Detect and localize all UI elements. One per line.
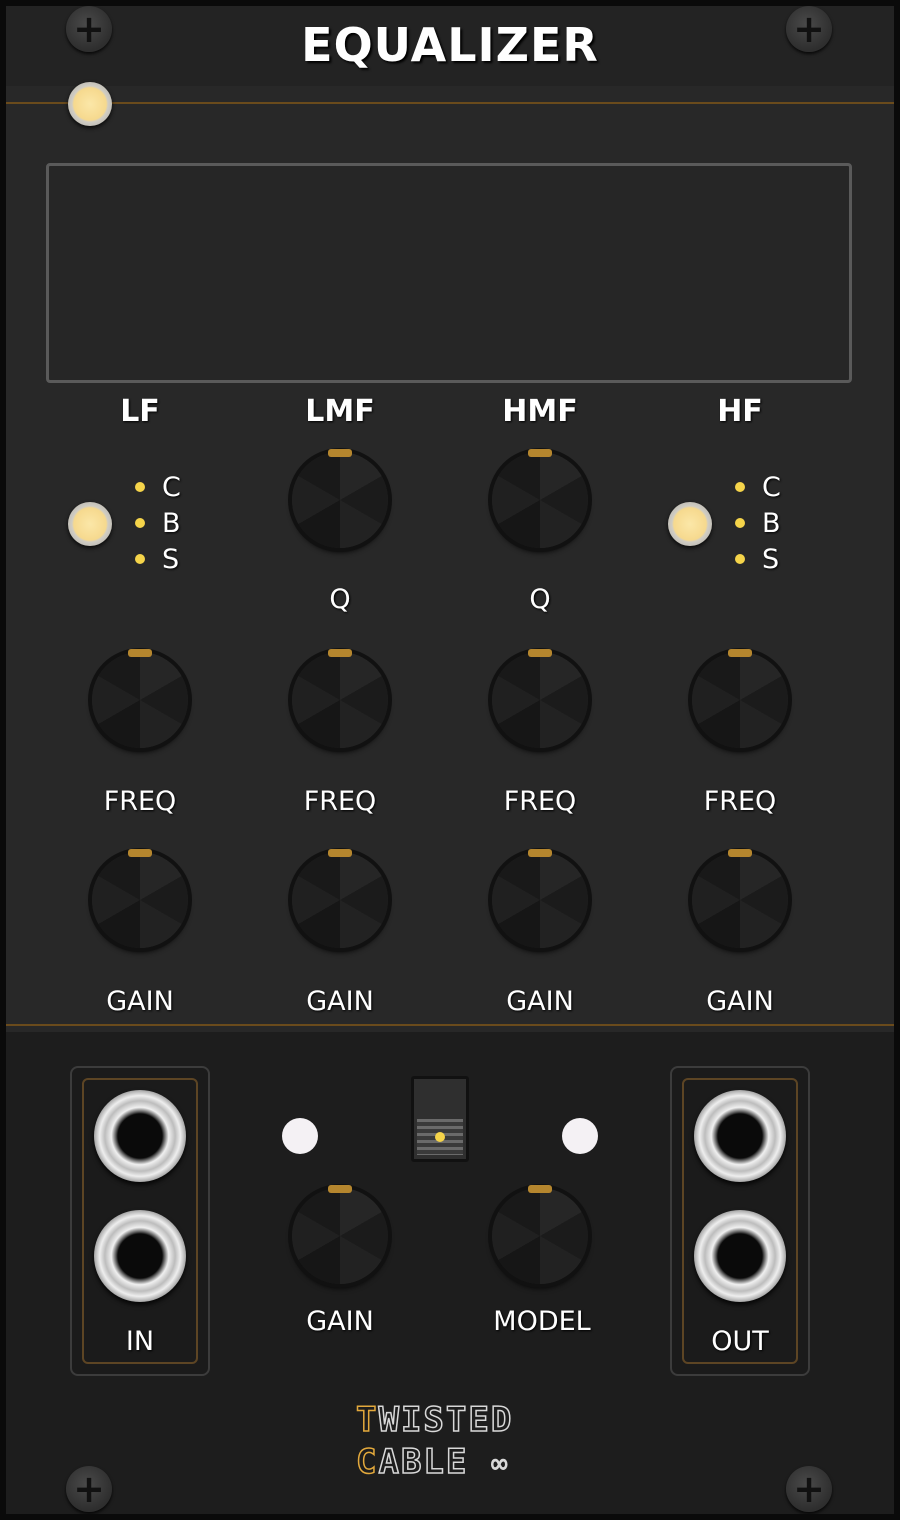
lf-mode-c-indicator <box>135 482 145 492</box>
hf-mode-c-indicator <box>735 482 745 492</box>
lmf-gain-label: GAIN <box>306 986 374 1017</box>
module-title: EQUALIZER <box>301 18 599 72</box>
output-jack-left[interactable] <box>694 1090 786 1182</box>
knob-marker <box>328 649 352 657</box>
knob-marker <box>328 449 352 457</box>
knob-marker <box>128 649 152 657</box>
lf-gain-knob[interactable] <box>92 849 188 948</box>
lf-freq-knob[interactable] <box>92 649 188 748</box>
knob-marker <box>728 849 752 857</box>
lf-gain-label: GAIN <box>106 986 174 1017</box>
hf-gain-knob[interactable] <box>692 849 788 948</box>
band-label-lmf: LMF <box>305 394 375 429</box>
brand-word-wisted: WISTED <box>378 1399 514 1441</box>
lf-mode-s-indicator <box>135 554 145 564</box>
hmf-q-knob[interactable] <box>492 449 588 548</box>
hf-mode-button[interactable] <box>668 502 712 546</box>
brand-initial-c: C <box>355 1441 379 1483</box>
lf-mode-b-label: B <box>162 508 181 539</box>
left-indicator-light <box>282 1118 318 1154</box>
hf-mode-s-indicator <box>735 554 745 564</box>
brand-word-able: ABLE <box>378 1441 469 1483</box>
lf-mode-b-indicator <box>135 518 145 528</box>
lf-mode-button[interactable] <box>68 502 112 546</box>
switch-lever <box>417 1119 463 1155</box>
hf-freq-label: FREQ <box>703 786 777 817</box>
model-label: MODEL <box>493 1306 591 1337</box>
screw-icon-bottom-left: + <box>66 1466 112 1512</box>
knob-marker <box>528 449 552 457</box>
hmf-q-label: Q <box>529 584 551 615</box>
hmf-gain-label: GAIN <box>506 986 574 1017</box>
band-label-hf: HF <box>717 394 763 429</box>
lf-freq-label: FREQ <box>103 786 177 817</box>
header-divider <box>6 102 894 104</box>
output-jack-right[interactable] <box>694 1210 786 1302</box>
eq-curve-display <box>46 163 852 383</box>
band-label-hmf: HMF <box>502 394 578 429</box>
brand-line-1: TWISTED <box>355 1399 514 1441</box>
hmf-freq-label: FREQ <box>503 786 577 817</box>
knob-marker <box>328 1185 352 1193</box>
knob-marker <box>528 849 552 857</box>
output-gain-label: GAIN <box>306 1306 374 1337</box>
knob-marker <box>528 649 552 657</box>
hmf-gain-knob[interactable] <box>492 849 588 948</box>
lmf-q-label: Q <box>329 584 351 615</box>
model-knob[interactable] <box>492 1185 588 1284</box>
lmf-freq-label: FREQ <box>303 786 377 817</box>
infinity-icon: ∞ <box>490 1447 510 1480</box>
switch-indicator-dot <box>435 1132 445 1142</box>
lmf-q-knob[interactable] <box>292 449 388 548</box>
lf-mode-s-label: S <box>162 544 180 575</box>
knob-marker <box>728 649 752 657</box>
lmf-gain-knob[interactable] <box>292 849 388 948</box>
hf-mode-c-label: C <box>762 472 781 503</box>
knob-marker <box>328 849 352 857</box>
lmf-freq-knob[interactable] <box>292 649 388 748</box>
hmf-freq-knob[interactable] <box>492 649 588 748</box>
brand-initial-t: T <box>355 1399 379 1441</box>
knob-marker <box>528 1185 552 1193</box>
section-divider <box>6 1024 894 1026</box>
bypass-button[interactable] <box>68 82 112 126</box>
hf-gain-label: GAIN <box>706 986 774 1017</box>
input-jack-left[interactable] <box>94 1090 186 1182</box>
hf-freq-knob[interactable] <box>692 649 788 748</box>
output-gain-knob[interactable] <box>292 1185 388 1284</box>
input-jack-right[interactable] <box>94 1210 186 1302</box>
knob-marker <box>128 849 152 857</box>
input-label: IN <box>125 1326 155 1357</box>
hf-mode-b-label: B <box>762 508 781 539</box>
right-indicator-light <box>562 1118 598 1154</box>
band-label-lf: LF <box>120 394 160 429</box>
lf-mode-c-label: C <box>162 472 181 503</box>
brand-line-2: CABLE ∞ <box>355 1441 510 1483</box>
screw-icon-bottom-right: + <box>786 1466 832 1512</box>
hf-mode-s-label: S <box>762 544 780 575</box>
output-label: OUT <box>711 1326 769 1357</box>
model-toggle-switch[interactable] <box>411 1076 469 1162</box>
hf-mode-b-indicator <box>735 518 745 528</box>
equalizer-module-panel: + + + + EQUALIZER LF LMF HMF HF C B S C … <box>0 0 900 1520</box>
